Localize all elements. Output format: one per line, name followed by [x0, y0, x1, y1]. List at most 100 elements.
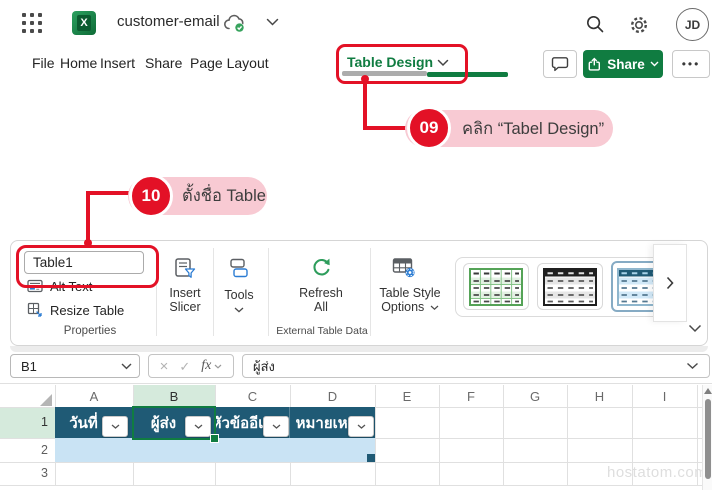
cancel-icon[interactable]: × [160, 359, 169, 374]
gridline-v [503, 385, 504, 485]
formula-input[interactable]: ผู้ส่ง [242, 354, 710, 378]
share-button-label: Share [607, 57, 645, 72]
column-header-e[interactable]: E [375, 385, 439, 407]
ribbon-collapse-chevron-icon[interactable] [688, 324, 702, 333]
resize-table-label: Resize Table [50, 303, 124, 318]
scrollbar-thumb[interactable] [705, 399, 711, 479]
table-style-thumb-dark[interactable] [537, 263, 603, 310]
table-style-options-label-2: Options [381, 300, 424, 314]
column-header-b[interactable]: B [133, 385, 215, 407]
menu-item-share[interactable]: Share [145, 55, 182, 71]
annotation10-connector-horizontal [86, 191, 132, 195]
menu-item-page-layout[interactable]: Page Layout [190, 55, 269, 71]
table-style-options-icon [392, 256, 416, 278]
ellipsis-icon: ••• [682, 57, 701, 71]
watermark: hostatom.com [607, 464, 707, 481]
column-header-h[interactable]: H [567, 385, 632, 407]
table-resize-handle[interactable] [367, 454, 375, 462]
table-style-thumb-green[interactable] [463, 263, 529, 310]
tools-icon [228, 257, 250, 279]
cloud-saved-icon[interactable] [222, 14, 248, 34]
avatar[interactable]: JD [676, 8, 709, 41]
gallery-expand-button[interactable] [653, 244, 687, 322]
share-icon [587, 57, 602, 72]
gridline-v [439, 385, 440, 485]
filter-chevron-icon [111, 424, 120, 429]
share-chevron-icon [650, 61, 659, 67]
formula-grid-separator [0, 383, 712, 384]
more-options-button[interactable]: ••• [672, 50, 710, 78]
annotation09-connector-horizontal [363, 126, 410, 130]
comments-button[interactable] [543, 50, 577, 78]
column-header-g[interactable]: G [503, 385, 567, 407]
insert-function-icon[interactable]: fx [201, 359, 211, 373]
row-3-label[interactable]: 3 [0, 462, 55, 485]
fill-handle[interactable] [210, 434, 219, 443]
vertical-scrollbar[interactable] [702, 385, 712, 490]
insert-slicer-button[interactable]: Insert Slicer [160, 286, 210, 314]
resize-table-button[interactable]: Resize Table [27, 302, 124, 318]
external-table-data-group-label: External Table Data [272, 325, 372, 337]
ribbon-bottom-strip [10, 346, 708, 352]
table-style-options-label-1: Table Style [379, 286, 440, 300]
filter-chevron-icon [272, 424, 281, 429]
column-header-i[interactable]: I [632, 385, 697, 407]
refresh-all-label-1: Refresh [299, 286, 343, 300]
filter-button-c[interactable] [263, 416, 289, 437]
annotation09-connector-vertical [363, 79, 367, 129]
annotation-box-table-name [16, 245, 159, 288]
filter-button-d[interactable] [348, 416, 374, 437]
name-box-value: B1 [11, 359, 37, 374]
name-box[interactable]: B1 [10, 354, 140, 378]
gridline-h [0, 485, 702, 486]
settings-gear-icon[interactable] [629, 15, 649, 35]
insert-slicer-label-2: Slicer [169, 300, 200, 314]
column-header-d[interactable]: D [290, 385, 375, 407]
annotation09-dot [361, 75, 369, 83]
select-all-corner[interactable] [40, 394, 52, 406]
table-header-cell-d1[interactable]: หมายเหตุ [290, 407, 375, 438]
table-style-options-button[interactable]: Table Style Options [377, 286, 443, 314]
menu-item-insert[interactable]: Insert [100, 55, 135, 71]
menu-item-home[interactable]: Home [60, 55, 97, 71]
row-2-label[interactable]: 2 [0, 438, 55, 462]
refresh-all-button[interactable]: Refresh All [293, 286, 349, 314]
row-1-label[interactable]: 1 [0, 407, 55, 438]
document-title[interactable]: customer-email [117, 13, 220, 30]
title-chevron-down-icon[interactable] [266, 18, 279, 26]
table-style-options-chevron-icon [430, 305, 439, 311]
excel-logo-letter: X [77, 15, 91, 31]
ribbon-divider [370, 248, 371, 336]
formula-value: ผู้ส่ง [243, 356, 275, 377]
column-header-f[interactable]: F [439, 385, 503, 407]
gridline-h [0, 462, 702, 463]
column-header-c[interactable]: C [215, 385, 290, 407]
insert-slicer-icon [174, 257, 196, 279]
gridline-v [567, 385, 568, 485]
menu-item-file[interactable]: File [32, 55, 55, 71]
annotation10-number-badge: 10 [129, 174, 173, 218]
search-icon[interactable] [586, 15, 604, 33]
formula-bar-expand-chevron-icon[interactable] [686, 362, 699, 370]
properties-group-label: Properties [20, 325, 160, 337]
tools-label: Tools [224, 288, 253, 302]
annotation-box-table-design [336, 44, 468, 84]
table-header-cell-a1[interactable]: วันที่ [55, 407, 133, 438]
enter-icon[interactable]: ✓ [179, 360, 190, 373]
gridline-v [375, 385, 376, 485]
fx-chevron-icon [214, 364, 222, 369]
tools-chevron-icon [234, 307, 244, 313]
insert-slicer-label-1: Insert [169, 286, 200, 300]
excel-logo-icon[interactable]: X [72, 11, 96, 35]
share-button[interactable]: Share [583, 50, 663, 78]
ribbon-divider [213, 248, 214, 336]
filter-button-a[interactable] [102, 416, 128, 437]
table-header-cell-c1[interactable]: หัวข้ออีเมล [215, 407, 290, 438]
tools-button[interactable]: Tools [217, 288, 261, 302]
scrollbar-up-arrow[interactable] [704, 388, 712, 394]
app-launcher-icon[interactable] [22, 13, 42, 33]
filter-chevron-icon [357, 424, 366, 429]
refresh-all-icon [309, 255, 333, 279]
column-header-a[interactable]: A [55, 385, 133, 407]
table-style-thumb-blue-selected[interactable] [611, 261, 659, 312]
